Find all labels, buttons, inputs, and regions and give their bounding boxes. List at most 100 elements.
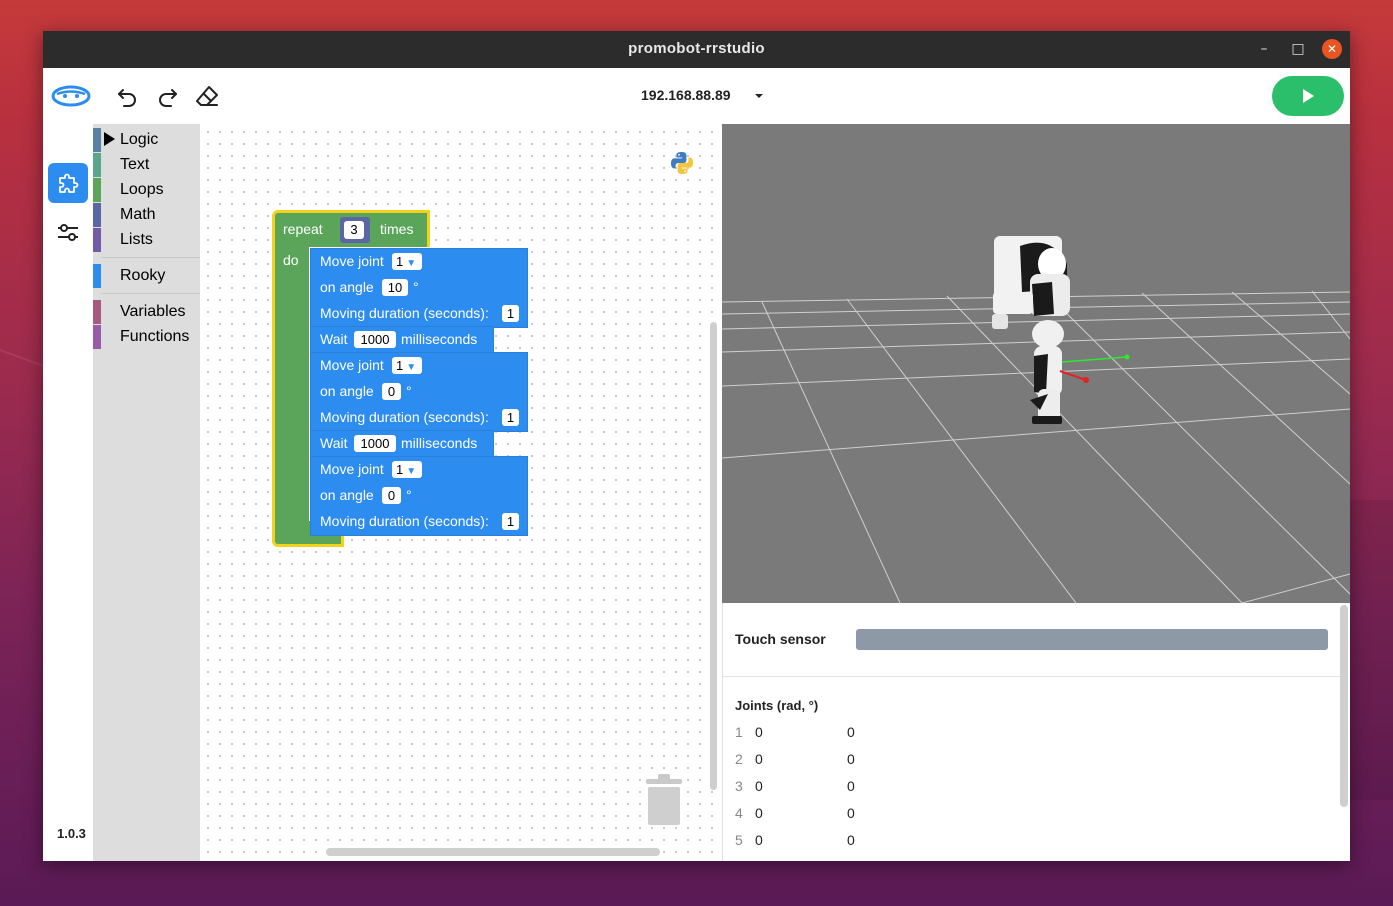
toolbox-category-text[interactable]: Text <box>93 153 200 177</box>
joint-index: 1 <box>735 724 743 740</box>
joint-dropdown[interactable]: 1 ▼ <box>392 357 422 374</box>
joint-row: 1 0 0 <box>723 724 1323 744</box>
category-label: Loops <box>120 181 164 198</box>
degree-label: ° <box>413 279 419 295</box>
category-color-bar <box>93 264 101 288</box>
redo-icon[interactable] <box>153 82 181 110</box>
joint-dropdown[interactable]: 1 ▼ <box>392 253 422 270</box>
move-joint-label: Move joint <box>320 253 384 269</box>
toolbox-category-logic[interactable]: Logic <box>93 128 200 152</box>
desktop-background-shape <box>1350 500 1393 800</box>
sliders-icon[interactable] <box>56 221 80 249</box>
minimize-button[interactable]: – <box>1254 39 1274 59</box>
category-label: Functions <box>120 328 190 345</box>
category-color-bar <box>93 228 101 252</box>
joint-rad-value: 0 <box>755 778 763 794</box>
title-bar[interactable]: promobot-rrstudio – □ ✕ <box>43 31 1350 68</box>
panel-scrollbar[interactable] <box>1340 605 1348 807</box>
duration-field[interactable]: 1 <box>502 513 519 530</box>
category-label: Math <box>120 206 156 223</box>
block-toolbox: Logic Text Loops Math Lists Rooky Variab… <box>93 124 200 861</box>
toolbox-category-functions[interactable]: Functions <box>93 325 200 349</box>
puzzle-icon <box>59 173 79 193</box>
maximize-button[interactable]: □ <box>1288 39 1308 59</box>
wait-ms-field[interactable]: 1000 <box>354 331 396 348</box>
workspace-vertical-scrollbar[interactable] <box>710 322 717 790</box>
joint-index: 3 <box>735 778 743 794</box>
workspace-horizontal-scrollbar[interactable] <box>326 848 660 856</box>
trash-icon[interactable] <box>642 767 686 831</box>
duration-field[interactable]: 1 <box>502 409 519 426</box>
robot-ip-address[interactable]: 192.168.88.89 <box>641 87 731 103</box>
wait-ms-field[interactable]: 1000 <box>354 435 396 452</box>
degree-label: ° <box>406 487 412 503</box>
move-joint-label: Move joint <box>320 461 384 477</box>
repeat-count-field[interactable]: 3 <box>344 221 364 239</box>
run-button[interactable] <box>1272 76 1344 116</box>
wait-label: Wait <box>320 331 348 347</box>
category-color-bar <box>93 128 101 152</box>
toolbox-category-lists[interactable]: Lists <box>93 228 200 252</box>
dropdown-arrow-icon: ▼ <box>406 258 417 269</box>
app-version: 1.0.3 <box>57 826 86 841</box>
joint-value: 1 <box>396 462 404 477</box>
milliseconds-label: milliseconds <box>401 331 478 347</box>
repeat-count-slot[interactable]: 3 <box>340 217 370 243</box>
joint-rad-value: 0 <box>755 805 763 821</box>
toolbox-separator <box>101 293 200 294</box>
times-label: times <box>380 221 414 237</box>
angle-field[interactable]: 0 <box>382 383 401 400</box>
repeat-block-body[interactable] <box>272 244 309 547</box>
play-icon <box>1303 89 1314 103</box>
duration-label: Moving duration (seconds): <box>320 513 489 529</box>
joint-deg-value: 0 <box>847 724 855 740</box>
joint-rad-value: 0 <box>755 751 763 767</box>
angle-label: on angle <box>320 383 374 399</box>
left-rail: 1.0.3 <box>43 124 93 861</box>
duration-field[interactable]: 1 <box>502 305 519 322</box>
category-label: Text <box>120 156 150 173</box>
wait-block[interactable]: Wait 1000 milliseconds <box>310 430 494 458</box>
undo-icon[interactable] <box>114 82 142 110</box>
joint-value: 1 <box>396 254 404 269</box>
wait-block[interactable]: Wait 1000 milliseconds <box>310 326 494 354</box>
robot-3d-viewport[interactable] <box>722 124 1350 603</box>
category-label: Logic <box>120 131 159 148</box>
duration-label: Moving duration (seconds): <box>320 305 489 321</box>
app-window: promobot-rrstudio – □ ✕ 192.168.88.89 1.… <box>43 31 1350 861</box>
move-joint-block[interactable]: Move joint 1 ▼ on angle 10 ° Moving durat… <box>310 248 528 328</box>
toolbox-category-variables[interactable]: Variables <box>93 300 200 324</box>
python-icon[interactable] <box>670 151 694 179</box>
blocks-mode-button[interactable] <box>48 163 88 203</box>
toolbar: 192.168.88.89 <box>43 68 1350 125</box>
logo-icon[interactable] <box>51 81 91 111</box>
eraser-icon[interactable] <box>193 82 221 110</box>
y-axis-marker <box>1061 356 1128 363</box>
window-title: promobot-rrstudio <box>628 40 765 57</box>
joint-index: 2 <box>735 751 743 767</box>
joint-dropdown[interactable]: 1 ▼ <box>392 461 422 478</box>
milliseconds-label: milliseconds <box>401 435 478 451</box>
close-button[interactable]: ✕ <box>1322 39 1342 59</box>
category-color-bar <box>93 153 101 177</box>
toolbox-category-math[interactable]: Math <box>93 203 200 227</box>
move-joint-block[interactable]: Move joint 1 ▼ on angle 0 ° Moving durati… <box>310 352 528 432</box>
angle-field[interactable]: 10 <box>382 279 408 296</box>
x-axis-marker <box>1059 370 1087 381</box>
toolbox-category-rooky[interactable]: Rooky <box>93 264 200 288</box>
category-color-bar <box>93 203 101 227</box>
move-joint-label: Move joint <box>320 357 384 373</box>
joint-row: 2 0 0 <box>723 751 1323 771</box>
move-joint-block[interactable]: Move joint 1 ▼ on angle 0 ° Moving durati… <box>310 456 528 536</box>
degree-label: ° <box>406 383 412 399</box>
dropdown-arrow-icon: ▼ <box>406 466 417 477</box>
category-color-bar <box>93 325 101 349</box>
repeat-label: repeat <box>283 221 323 237</box>
angle-field[interactable]: 0 <box>382 487 401 504</box>
chevron-down-icon[interactable] <box>749 86 769 106</box>
category-color-bar <box>93 300 101 324</box>
toolbox-category-loops[interactable]: Loops <box>93 178 200 202</box>
blocks-workspace[interactable]: repeat 3 times do Move joint 1 ▼ on angle… <box>200 124 721 861</box>
do-label: do <box>283 252 299 268</box>
touch-sensor-bar <box>856 629 1328 650</box>
